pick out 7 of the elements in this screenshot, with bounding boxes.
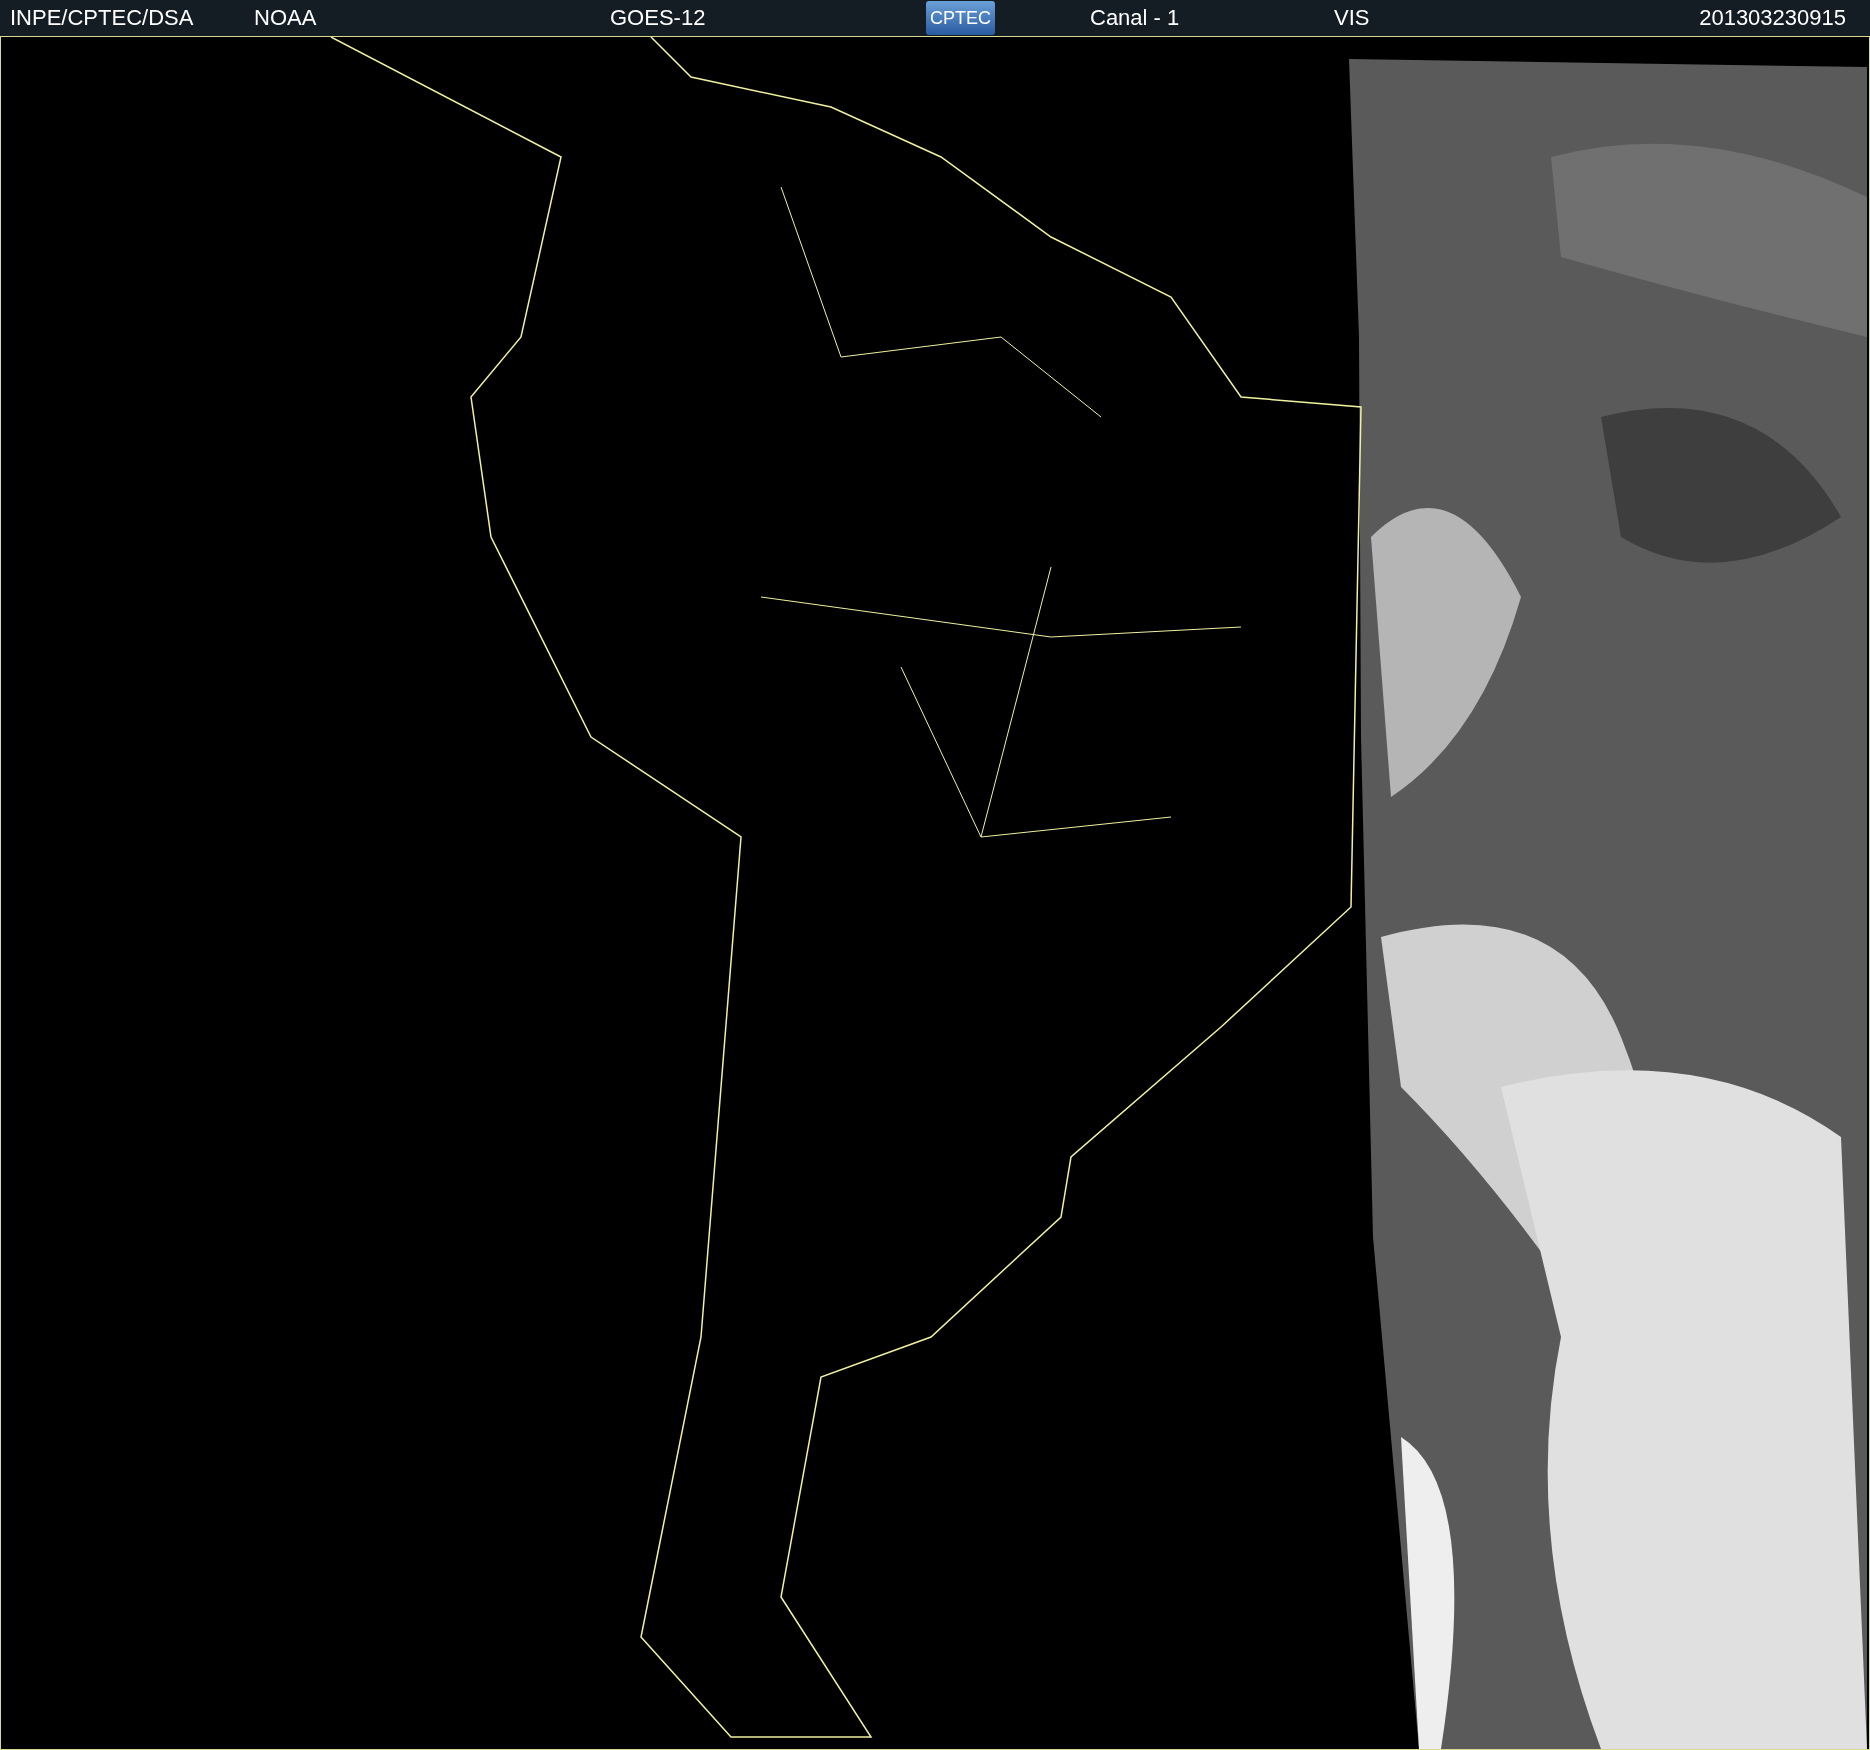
agency-label: NOAA <box>254 5 317 31</box>
logo: CPTEC <box>926 1 995 35</box>
channel-label: Canal - 1 <box>1090 5 1180 31</box>
band-label: VIS <box>1334 5 1370 31</box>
satellite-label: GOES-12 <box>610 5 706 31</box>
timestamp-label: 201303230915 <box>1699 5 1846 31</box>
source-label: INPE/CPTEC/DSA <box>10 5 194 31</box>
